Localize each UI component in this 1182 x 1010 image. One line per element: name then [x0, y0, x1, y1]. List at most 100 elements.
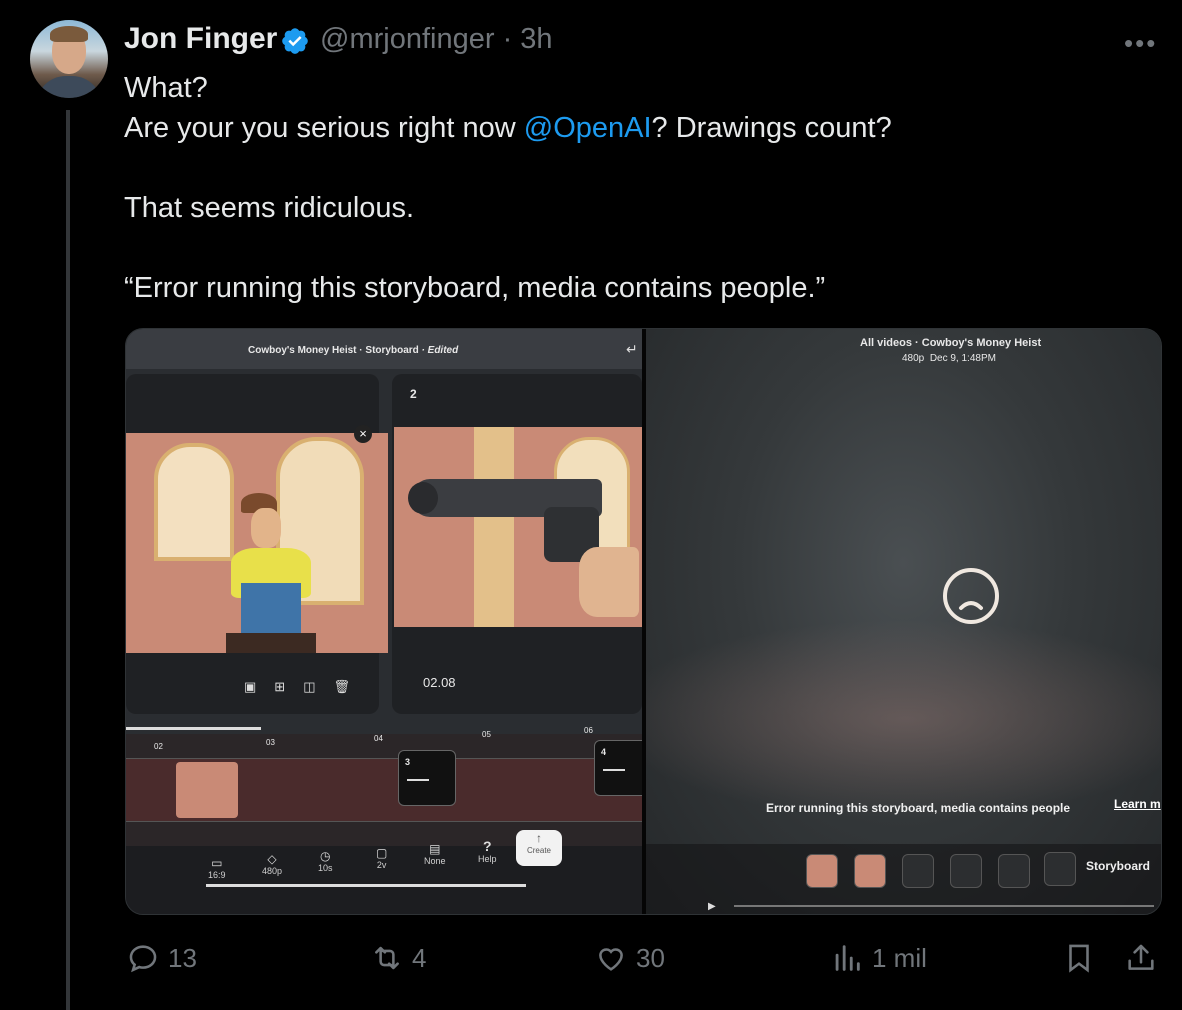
preset-icon: ▤: [429, 842, 441, 856]
preset-control[interactable]: ▤ None: [424, 842, 446, 866]
photo-storyboard-editor[interactable]: Cowboy's Money Heist · Storyboard · Edit…: [126, 329, 642, 914]
storyboard-thumb-6[interactable]: [1044, 852, 1076, 886]
like-action[interactable]: 30: [594, 940, 665, 976]
card-1-tools: ▣ ⊞ ◫ 🗑: [244, 679, 350, 695]
reply-icon: [129, 945, 157, 973]
repost-count: 4: [412, 942, 427, 973]
timeline-mark-02: 02: [154, 742, 163, 751]
storyboard-button[interactable]: Storyboard: [1086, 859, 1150, 873]
duration-control[interactable]: ◷ 10s: [318, 849, 333, 873]
learn-more-link[interactable]: Learn m: [1114, 797, 1161, 811]
tweet-line-1: What?: [124, 72, 208, 104]
reply-action[interactable]: 13: [126, 940, 197, 976]
upload-arrow-icon: ↑: [536, 831, 542, 845]
share-action[interactable]: [1124, 940, 1158, 976]
heart-icon: [599, 948, 623, 971]
timeline-mark-05: 05: [482, 730, 491, 739]
thread-line: [66, 110, 70, 1010]
repost-action[interactable]: 4: [370, 940, 426, 976]
toolbar-scrubber[interactable]: [206, 884, 526, 887]
timeline[interactable]: 02 03 04 05 06 3 4: [126, 726, 642, 846]
aspect-icon: ▭: [211, 856, 223, 870]
bookmark-icon: [1069, 944, 1089, 973]
storyboard-title-bar: Cowboy's Money Heist · Storyboard · Edit…: [248, 345, 458, 356]
video-meta: 480p Dec 9, 1:48PM: [902, 353, 996, 364]
avatar-hair: [50, 26, 88, 42]
storyboard-thumb-5[interactable]: [998, 854, 1030, 888]
timeline-mark-03: 03: [266, 738, 275, 747]
timeline-clip-4[interactable]: 4: [594, 740, 642, 796]
diamond-icon: ◇: [267, 852, 277, 866]
tweet-text: What? Are your you serious right now @Op…: [124, 68, 1154, 308]
tweet-line-2: Are your you serious right now @OpenAI? …: [124, 108, 1154, 148]
breadcrumb-title: Cowboy's Money Heist: [921, 337, 1042, 349]
timeline-clip-3[interactable]: 3: [398, 750, 456, 806]
video-date: Dec 9, 1:48PM: [929, 353, 996, 364]
mention-link[interactable]: @OpenAI: [524, 112, 652, 144]
aspect-label: 16:9: [208, 870, 226, 880]
loop-icon: ▢: [376, 846, 388, 860]
title-separator: ·: [359, 345, 363, 356]
edited-label: · Edited: [421, 345, 459, 356]
tweet-time[interactable]: · 3h: [503, 23, 553, 55]
breadcrumb-separator: ·: [915, 337, 919, 349]
storyboard-thumb-2[interactable]: [854, 854, 886, 888]
views-action[interactable]: 1 mil: [830, 940, 927, 976]
card-2-duration: 02.08: [423, 675, 456, 690]
text-tool-icon[interactable]: ⊞: [274, 679, 285, 695]
views-icon: [835, 945, 860, 971]
duration-label: 10s: [318, 863, 333, 873]
sad-face-icon: [943, 568, 999, 624]
help-label: Help: [478, 854, 497, 864]
video-resolution: 480p: [902, 353, 925, 364]
back-arrow-icon: ↵: [626, 341, 638, 357]
author-handle-time[interactable]: @mrjonfinger · 3h: [320, 23, 553, 56]
clip-4-number: 4: [601, 747, 607, 757]
author-handle[interactable]: @mrjonfinger: [320, 23, 495, 55]
scene-cowboy: [126, 433, 388, 653]
trash-icon[interactable]: 🗑: [334, 679, 351, 695]
avatar-shirt: [36, 76, 102, 98]
frame-icon[interactable]: ▣: [244, 679, 256, 695]
author-name[interactable]: Jon Finger: [124, 22, 277, 56]
preset-label: None: [424, 856, 446, 866]
like-count: 30: [636, 942, 665, 973]
share-icon: [1128, 944, 1154, 970]
variations-control[interactable]: ▢ 2v: [376, 846, 387, 870]
timeline-mark-06: 06: [584, 726, 593, 735]
resolution-control[interactable]: ◇ 480p: [262, 852, 282, 876]
create-label: Create: [526, 846, 551, 855]
storyboard-thumb-3[interactable]: [902, 854, 934, 888]
split-icon[interactable]: ◫: [303, 679, 315, 695]
create-button[interactable]: ↑ Create: [516, 830, 562, 866]
close-icon[interactable]: ×: [354, 425, 372, 443]
tweet-media[interactable]: Cowboy's Money Heist · Storyboard · Edit…: [125, 328, 1162, 915]
photo-error-screen[interactable]: All videos · Cowboy's Money Heist 480p D…: [646, 329, 1161, 914]
timeline-clip-1[interactable]: [176, 762, 238, 818]
scene-gun: [394, 427, 642, 627]
aspect-ratio-control[interactable]: ▭ 16:9: [208, 856, 226, 880]
video-scrubber[interactable]: [734, 905, 1154, 907]
bottom-toolbar: ▭ 16:9 ◇ 480p ◷ 10s ▢ 2v ▤ None ? Help ↑…: [126, 830, 642, 914]
card-2-number: 2: [410, 387, 417, 401]
error-message: Error running this storyboard, media con…: [766, 801, 1071, 815]
more-options-icon[interactable]: •••: [1124, 28, 1157, 59]
help-control[interactable]: ? Help: [478, 838, 497, 864]
tweet-line-2-pre: Are your you serious right now: [124, 112, 524, 144]
bookmark-action[interactable]: [1062, 940, 1096, 976]
storyboard-thumb-4[interactable]: [950, 854, 982, 888]
clip-3-number: 3: [405, 757, 411, 767]
tweet-line-3: That seems ridiculous.: [124, 192, 415, 224]
timeline-progress: [126, 727, 261, 730]
avatar[interactable]: [30, 20, 108, 98]
tweet-line-2-post: ? Drawings count?: [651, 112, 892, 144]
breadcrumb-all-videos[interactable]: All videos: [860, 337, 912, 349]
timeline-mark-04: 04: [374, 734, 383, 743]
tweet-line-4: “Error running this storyboard, media co…: [124, 272, 826, 304]
reply-count: 13: [168, 942, 197, 973]
verified-badge-icon: [282, 28, 308, 54]
resolution-label: 480p: [262, 866, 283, 876]
views-count: 1 mil: [872, 942, 927, 973]
play-icon[interactable]: ▶: [708, 901, 716, 912]
storyboard-thumb-1[interactable]: [806, 854, 838, 888]
